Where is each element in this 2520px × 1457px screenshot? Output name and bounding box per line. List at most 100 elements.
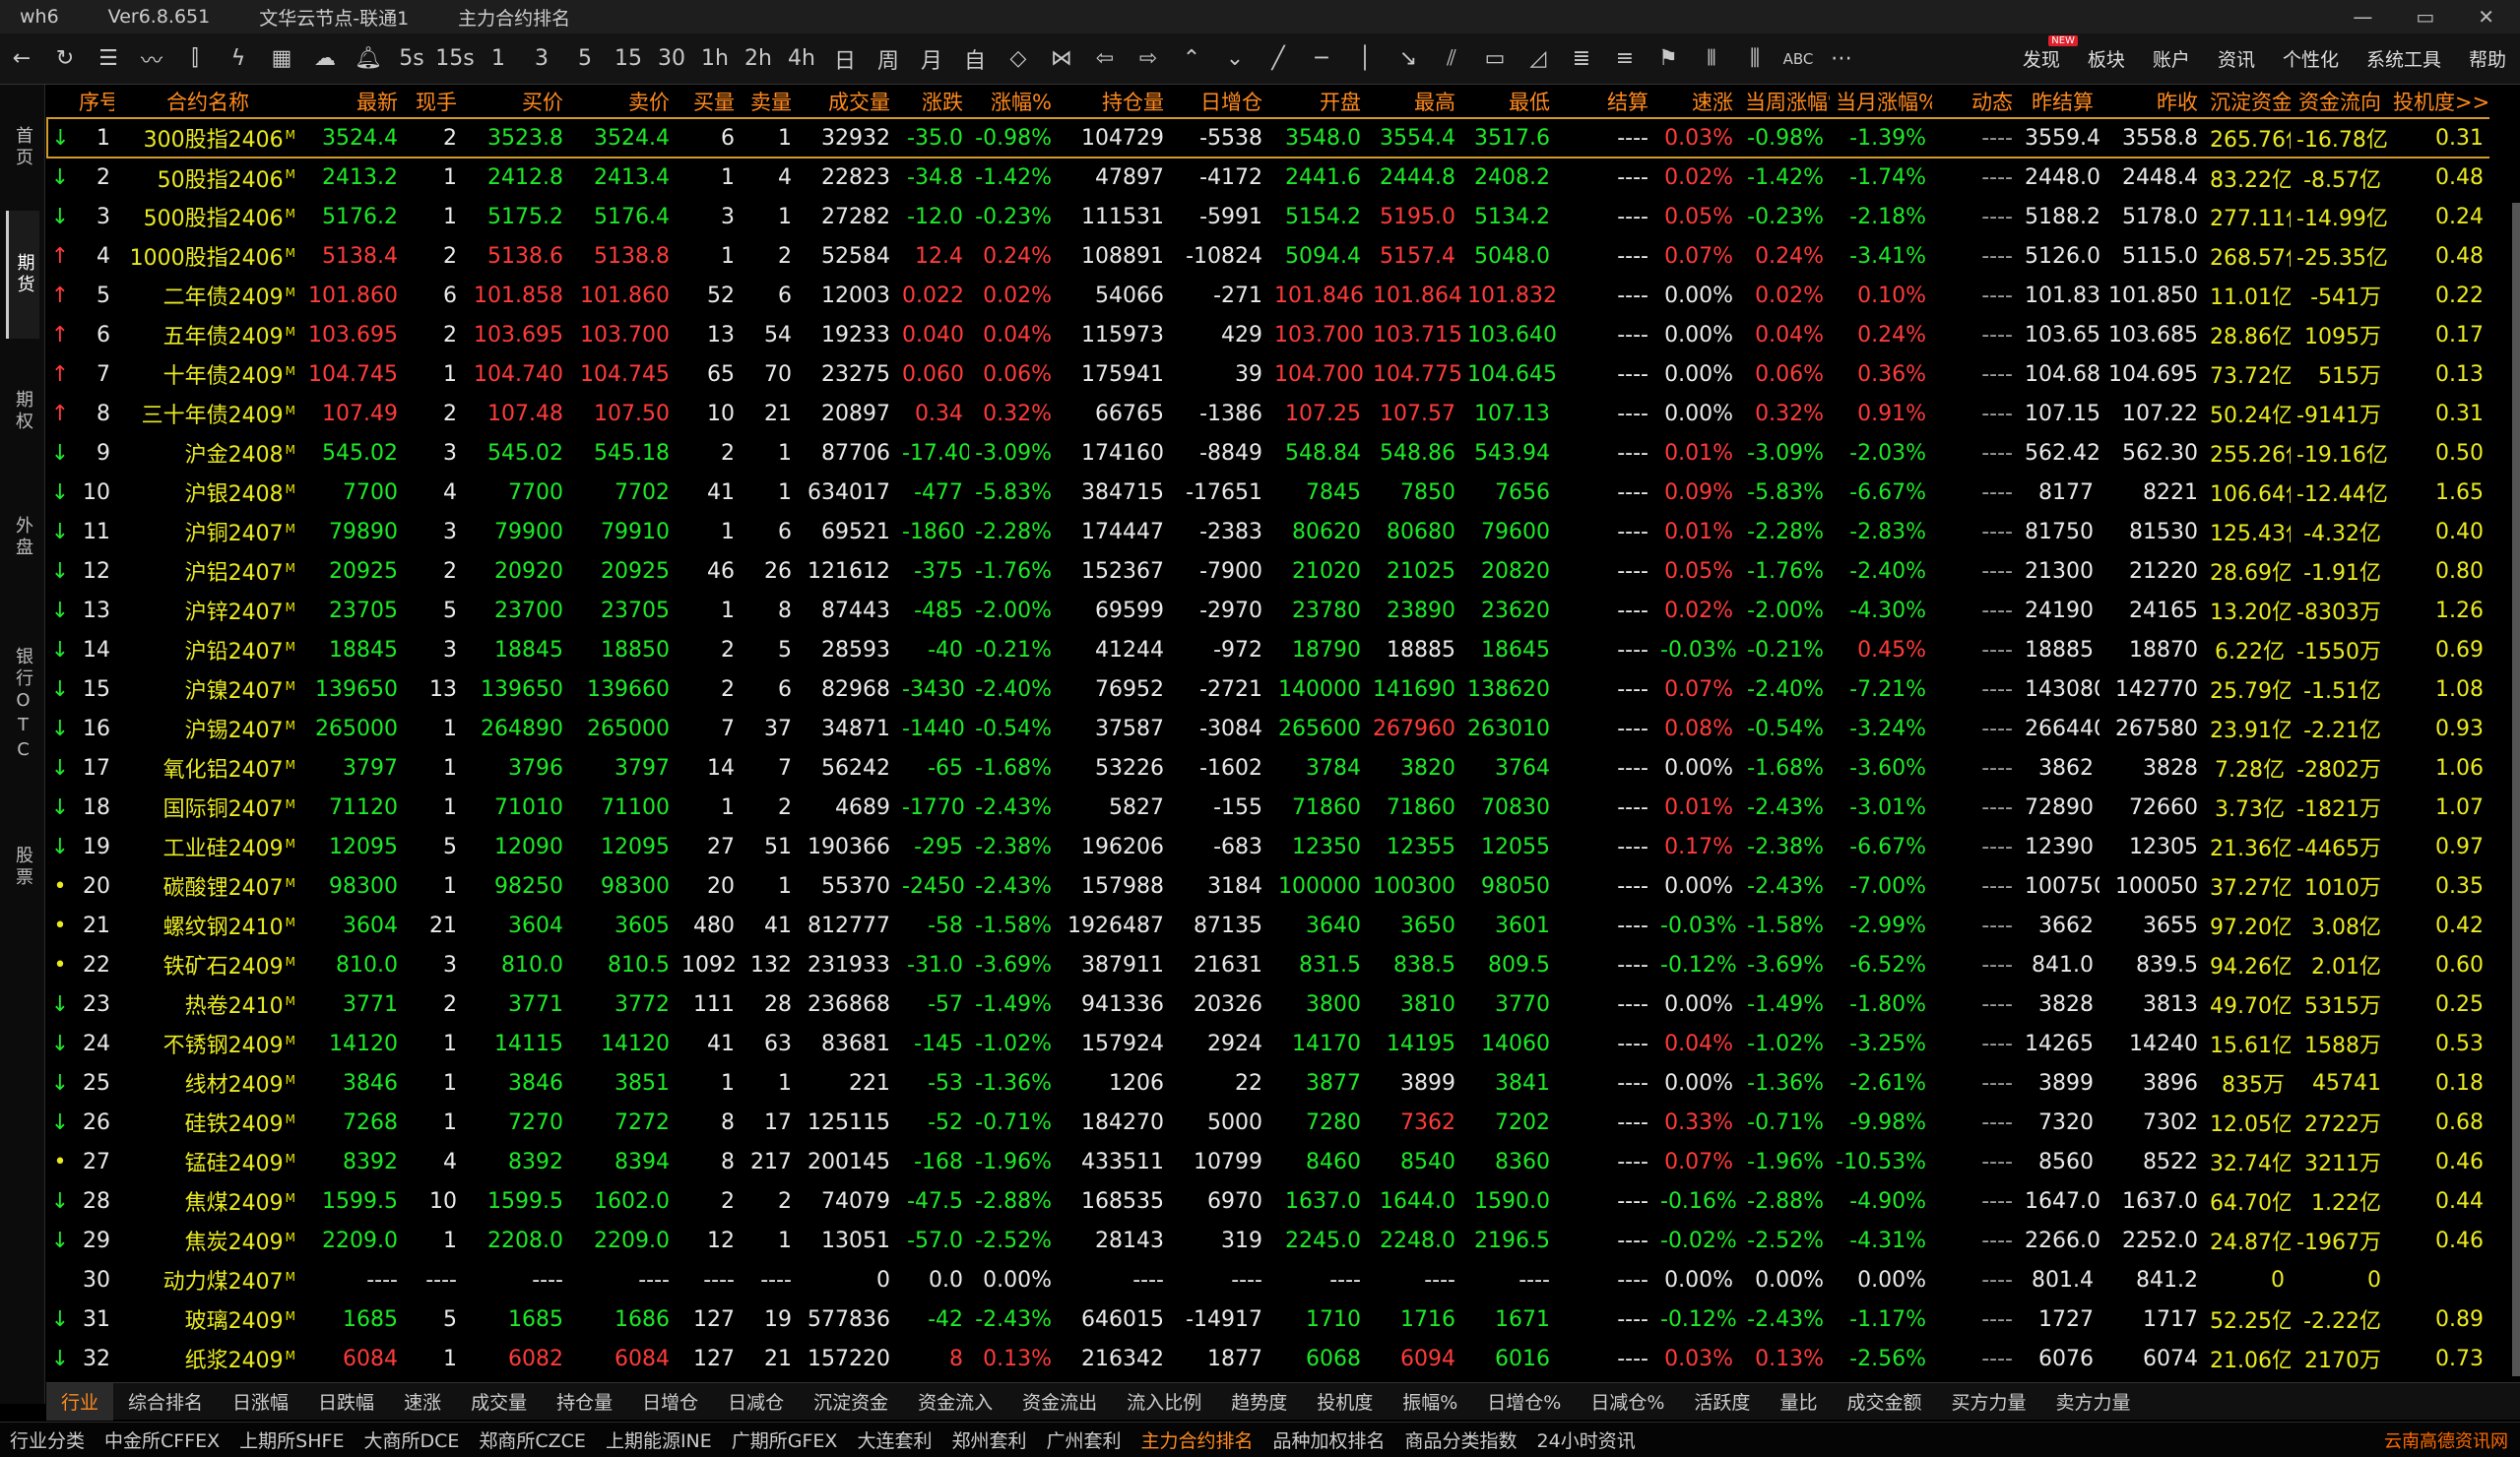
flag-tool-icon[interactable]: ⚑ — [1647, 33, 1690, 85]
header-cell[interactable]: 买量 — [676, 85, 741, 118]
contract-name[interactable]: 玻璃2409 M — [114, 1299, 301, 1339]
table-row[interactable]: ↓ 32 纸浆2409 M 6084 1 6082 6084 127 21 157220 8 0.13%… — [47, 1339, 2520, 1376]
header-cell[interactable]: 合约名称 — [114, 85, 301, 118]
header-cell[interactable]: 卖量 — [741, 85, 798, 118]
ray-tool-icon[interactable]: ↘ — [1387, 33, 1430, 85]
period-1h[interactable]: 1h — [693, 33, 737, 85]
table-row[interactable]: • 21 螺纹钢2410 M 3604 21 3604 3605 480 41 812777 -58-… — [47, 906, 2520, 945]
table-row[interactable]: ↑ 6 五年债2409 M 103.695 2 103.695 103.700 13 54 1923… — [47, 315, 2520, 354]
bowtie-icon[interactable]: ⋈ — [1040, 33, 1083, 85]
tab-16[interactable]: 日增仓% — [1472, 1383, 1576, 1421]
exchange-tab-2[interactable]: 上期所SHFE — [229, 1426, 354, 1453]
contract-name[interactable]: 50股指2406 M — [114, 158, 301, 197]
system-tools-link[interactable]: 系统工具 — [2353, 45, 2455, 72]
table-row[interactable]: ↓ 14 沪铅2407 M 18845 3 18845 18850 2 5 28593 -40 -0.2… — [47, 630, 2520, 669]
table-row[interactable]: ↓ 3 500股指2406 M 5176.2 1 5175.2 5176.4 3 1 27282 -1… — [47, 197, 2520, 236]
table-row[interactable]: ↓ 25 线材2409 M 3846 1 3846 3851 1 1 221 -53 -1.36% 120… — [47, 1063, 2520, 1103]
header-cell[interactable]: 涨幅% — [969, 85, 1058, 118]
header-cell[interactable]: 序号 — [73, 85, 114, 118]
up-chevron-icon[interactable]: ⌃ — [1170, 33, 1213, 85]
exchange-tab-5[interactable]: 上期能源INE — [596, 1426, 722, 1453]
candle-icon[interactable]: ⫿ — [173, 33, 217, 85]
period-15s[interactable]: 15s — [433, 33, 477, 85]
contract-name[interactable]: 硅铁2409 M — [114, 1103, 301, 1142]
contract-name[interactable]: 动力煤2407 M — [114, 1260, 301, 1299]
contract-name[interactable]: 沪铅2407 M — [114, 630, 301, 669]
header-cell[interactable]: 卖价 — [569, 85, 676, 118]
table-row[interactable]: ↑ 5 二年债2409 M 101.860 6 101.858 101.860 52 6 12003… — [47, 276, 2520, 315]
exchange-tab-11[interactable]: 品种加权排名 — [1263, 1426, 1395, 1453]
down-chevron-icon[interactable]: ⌄ — [1213, 33, 1257, 85]
table-row[interactable]: ↑ 7 十年债2409 M 104.745 1 104.740 104.745 65 70 2327… — [47, 354, 2520, 394]
exchange-tab-1[interactable]: 中金所CFFEX — [95, 1426, 229, 1453]
tab-8[interactable]: 日减仓 — [713, 1383, 799, 1421]
tab-14[interactable]: 投机度 — [1302, 1383, 1388, 1421]
contract-name[interactable]: 二年债2409 M — [114, 276, 301, 315]
contract-name[interactable]: 线材2409 M — [114, 1063, 301, 1103]
table-row[interactable]: ↑ 4 1000股指2406 M 5138.4 2 5138.6 5138.8 1 2 52584 1… — [47, 236, 2520, 276]
table-row[interactable]: ↓ 28 焦煤2409 M 1599.5 10 1599.5 1602.0 2 2 74079 -47… — [47, 1181, 2520, 1221]
table-row[interactable]: ↓ 17 氧化铝2407 M 3797 1 3796 3797 14 7 56242 -65 -1.68… — [47, 748, 2520, 788]
tab-19[interactable]: 量比 — [1765, 1383, 1832, 1421]
help-link[interactable]: 帮助 — [2455, 45, 2520, 72]
period-3[interactable]: 3 — [520, 33, 563, 85]
bell-icon[interactable]: 🔔︎ — [347, 33, 390, 85]
account-link[interactable]: 账户 — [2139, 45, 2204, 72]
exchange-tab-12[interactable]: 商品分类指数 — [1395, 1426, 1527, 1453]
header-cell[interactable]: 昨结算 — [2019, 85, 2100, 118]
tab-0[interactable]: 行业 — [46, 1382, 114, 1421]
header-cell[interactable]: 开盘 — [1268, 85, 1367, 118]
header-cell[interactable]: 资金流向 — [2291, 85, 2387, 118]
header-cell[interactable]: 涨跌 — [896, 85, 969, 118]
table-row[interactable]: ↑ 8 三十年债2409 M 107.49 2 107.48 107.50 10 21 20897 0… — [47, 394, 2520, 433]
period-15[interactable]: 15 — [607, 33, 650, 85]
table-row[interactable]: ↓ 9 沪金2408 M 545.02 3 545.02 545.18 2 1 87706 -17.4… — [47, 433, 2520, 473]
tab-20[interactable]: 成交金额 — [1832, 1383, 1936, 1421]
contract-name[interactable]: 氧化铝2407 M — [114, 748, 301, 788]
contract-name[interactable]: 沪铜2407 M — [114, 512, 301, 551]
sidebar-item-futures[interactable]: 期货 — [6, 211, 39, 339]
header-cell[interactable]: 当月涨幅% — [1830, 85, 1932, 118]
contract-name[interactable]: 沪金2408 M — [114, 433, 301, 473]
table-row[interactable]: ↓ 18 国际铜2407 M 71120 1 71010 71100 1 2 4689 -1770 -2… — [47, 788, 2520, 827]
exchange-tab-9[interactable]: 广州套利 — [1036, 1426, 1131, 1453]
maximize-button[interactable]: ▭ — [2416, 5, 2434, 29]
contract-name[interactable]: 焦煤2409 M — [114, 1181, 301, 1221]
tab-21[interactable]: 买方力量 — [1936, 1383, 2040, 1421]
news-link[interactable]: 资讯 — [2204, 45, 2269, 72]
tab-1[interactable]: 综合排名 — [113, 1383, 218, 1421]
fib-tool-icon[interactable]: ≣ — [1560, 33, 1603, 85]
exchange-tab-8[interactable]: 郑州套利 — [941, 1426, 1036, 1453]
exchange-tab-4[interactable]: 郑商所CZCE — [469, 1426, 596, 1453]
tab-17[interactable]: 日减仓% — [1576, 1383, 1679, 1421]
line-chart-icon[interactable]: 〰 — [130, 33, 173, 85]
sidebar-item-options[interactable]: 期权 — [6, 352, 39, 471]
table-row[interactable]: ↓ 19 工业硅2409 M 12095 5 12090 12095 27 51 190366 -29… — [47, 827, 2520, 866]
tick-chart-icon[interactable]: ϟ — [217, 33, 260, 85]
period-2h[interactable]: 2h — [737, 33, 780, 85]
period-custom[interactable]: 自 — [953, 33, 997, 85]
period-4h[interactable]: 4h — [780, 33, 823, 85]
table-row[interactable]: ↓ 16 沪锡2407 M 265000 1 264890 265000 7 37 34871 -14… — [47, 709, 2520, 748]
scrollbar-thumb[interactable] — [2512, 203, 2520, 1376]
contract-name[interactable]: 500股指2406 M — [114, 197, 301, 236]
period-5[interactable]: 5 — [563, 33, 607, 85]
table-row[interactable]: ↓ 10 沪银2408 M 7700 4 7700 7702 41 1 634017 -477 -5.8… — [47, 473, 2520, 512]
contract-name[interactable]: 三十年债2409 M — [114, 394, 301, 433]
contract-name[interactable]: 锰硅2409 M — [114, 1142, 301, 1181]
rect-tool-icon[interactable]: ▭ — [1473, 33, 1517, 85]
board-icon[interactable]: ▦ — [260, 33, 303, 85]
list-icon[interactable]: ☰ — [87, 33, 130, 85]
back-icon[interactable]: ← — [0, 33, 43, 85]
period-day[interactable]: 日 — [823, 33, 867, 85]
close-button[interactable]: ✕ — [2478, 5, 2494, 29]
contract-name[interactable]: 纸浆2409 M — [114, 1339, 301, 1376]
exchange-tab-3[interactable]: 大商所DCE — [354, 1426, 469, 1453]
tab-18[interactable]: 活跃度 — [1679, 1383, 1765, 1421]
contract-name[interactable]: 热卷2410 M — [114, 984, 301, 1024]
vline-tool-icon[interactable]: │ — [1343, 33, 1387, 85]
contract-name[interactable]: 沪银2408 M — [114, 473, 301, 512]
table-row[interactable]: ↓ 24 不锈钢2409 M 14120 1 14115 14120 41 63 83681 -145… — [47, 1024, 2520, 1063]
table-row[interactable]: ↓ 29 焦炭2409 M 2209.0 1 2208.0 2209.0 12 1 13051 -57… — [47, 1221, 2520, 1260]
tab-22[interactable]: 卖方力量 — [2040, 1383, 2145, 1421]
